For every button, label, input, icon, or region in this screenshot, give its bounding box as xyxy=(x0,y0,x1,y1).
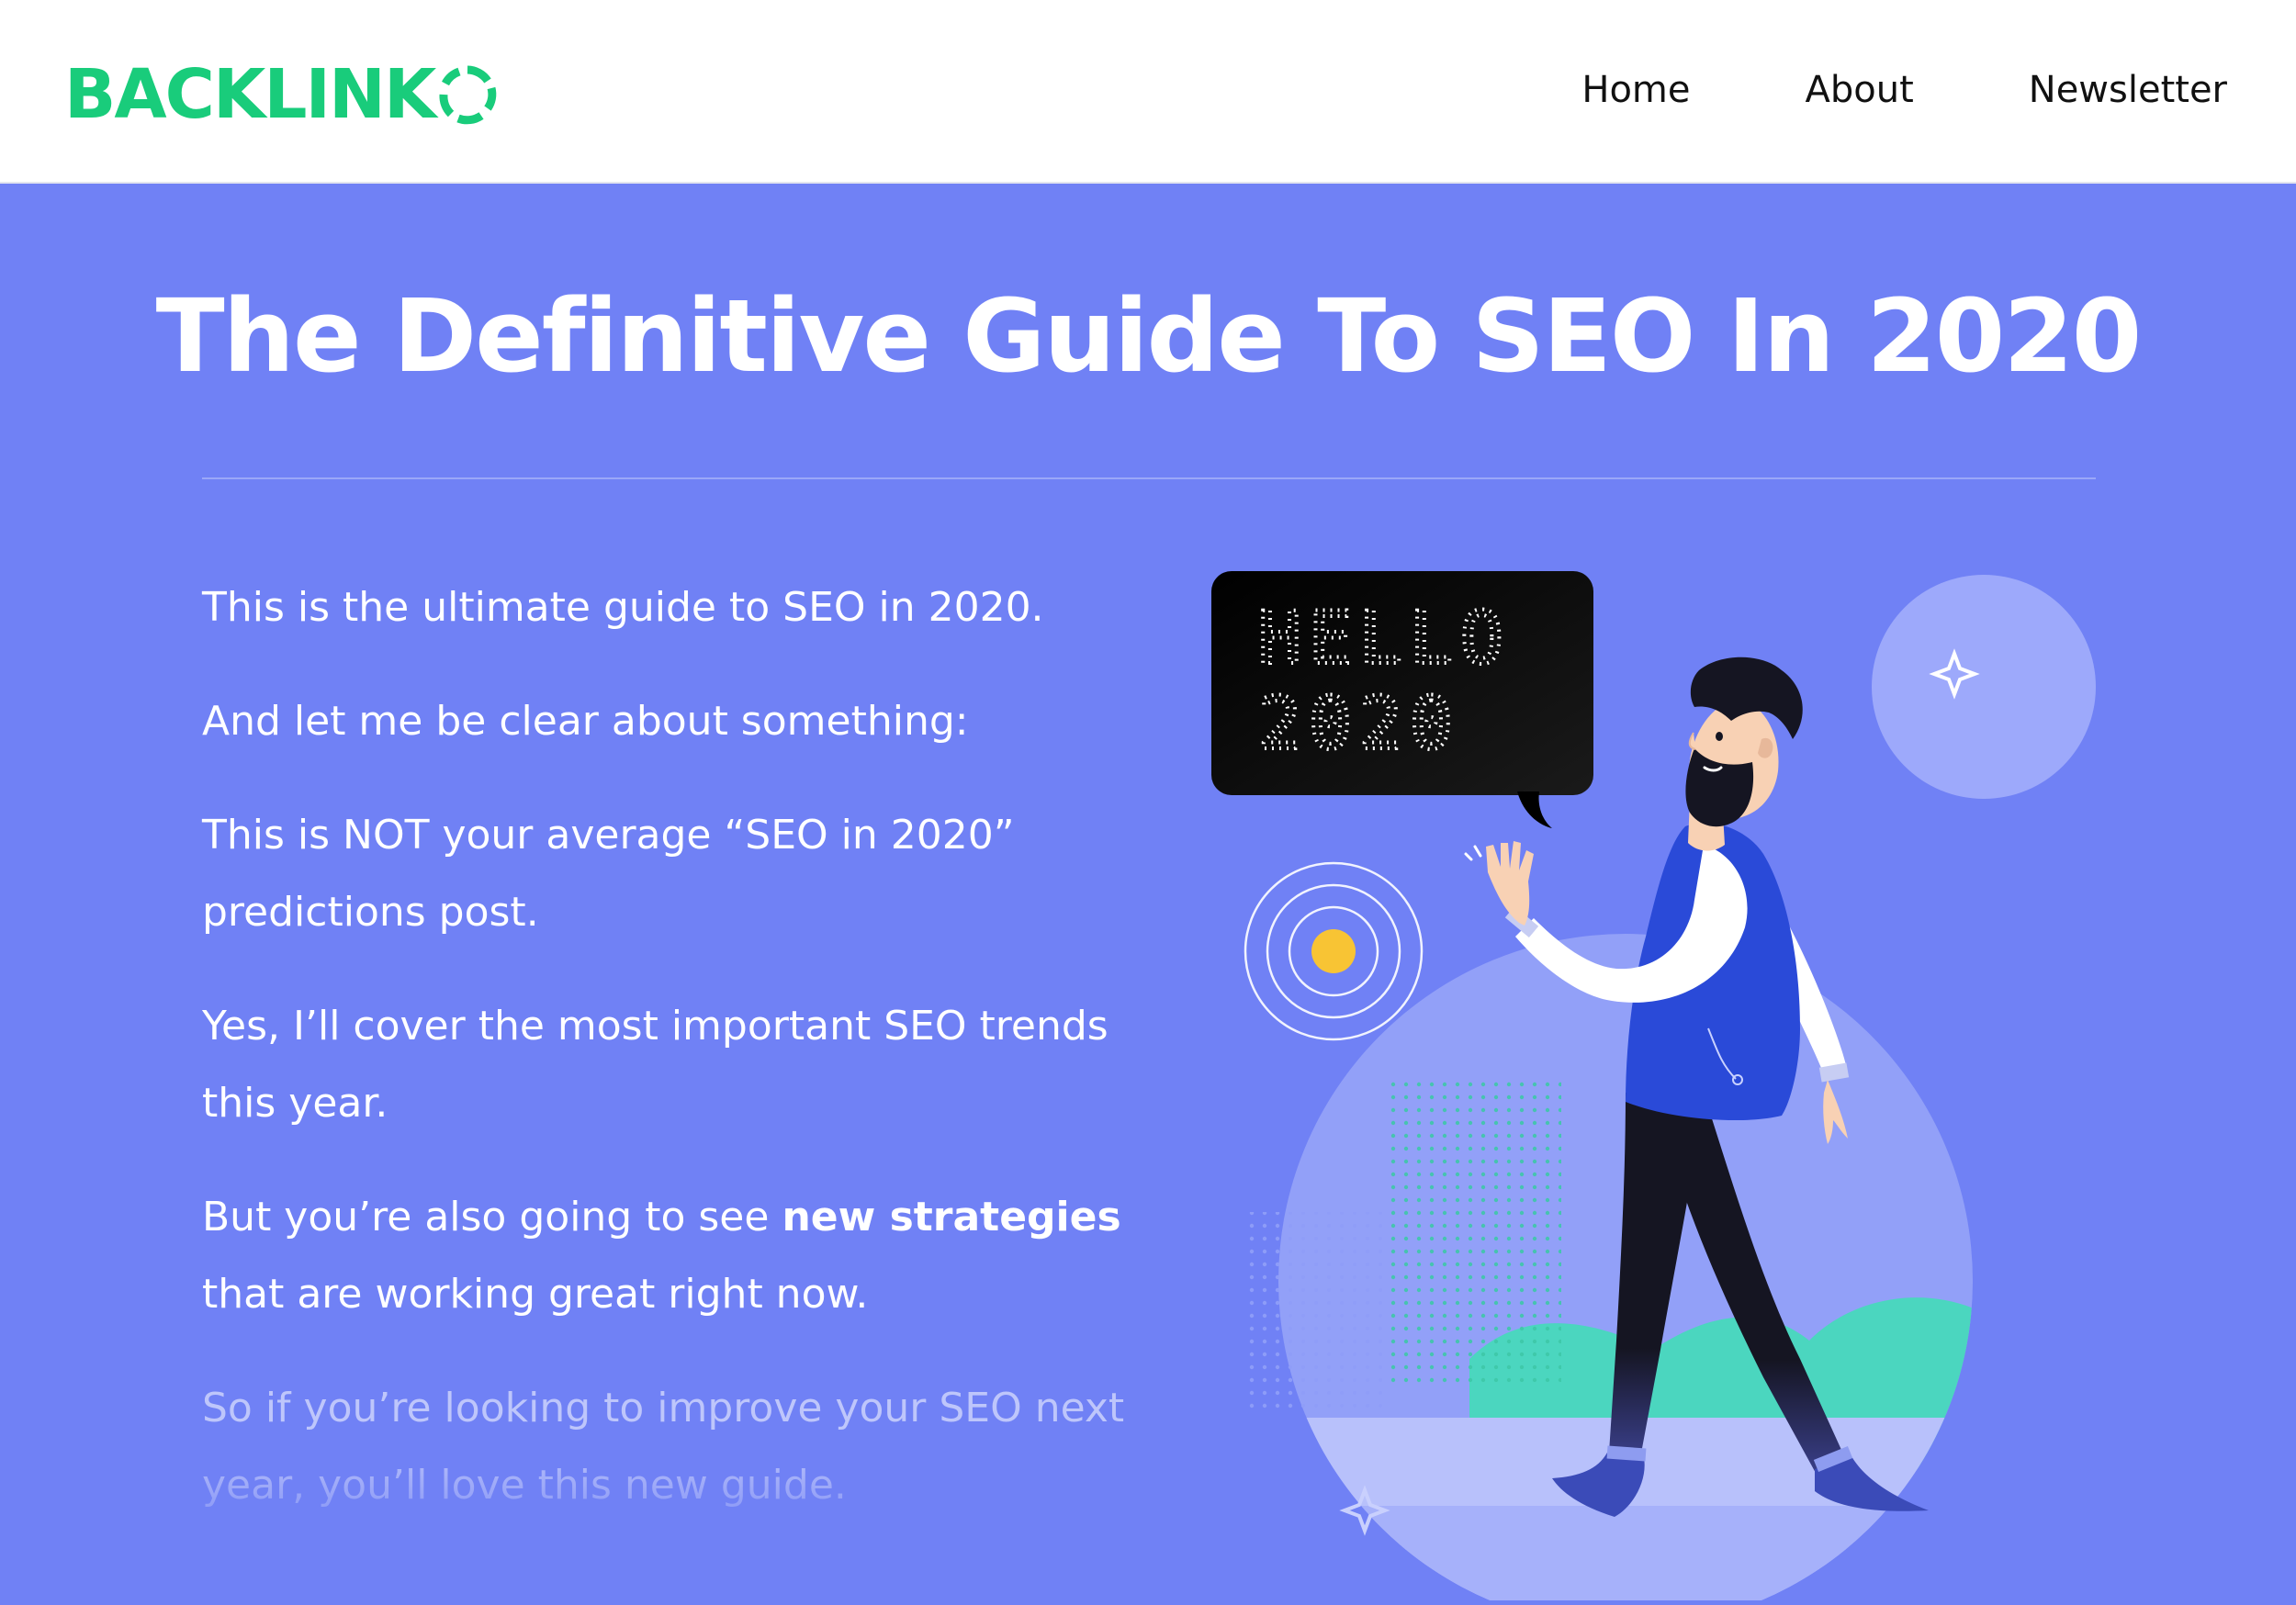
intro-paragraph: Yes, I’ll cover the most important SEO t… xyxy=(202,1003,1109,1127)
faded-paragraph: So if you’re looking to improve your SEO… xyxy=(202,1370,1139,1524)
bubble-line: 2020 xyxy=(1258,683,1460,766)
bubble-line: HELLO xyxy=(1258,598,1511,680)
title-divider xyxy=(202,477,2096,479)
hero-illustration: HELLO 2020 xyxy=(1194,551,2131,1605)
paragraph-text: that are working great right now. xyxy=(202,1271,869,1318)
site-header: BACKLINK Home About Newsletter xyxy=(0,0,2296,184)
decor-circle xyxy=(1872,575,2096,799)
logo-text: BACKLINK xyxy=(64,55,436,134)
page-title: The Definitive Guide To SEO In 2020 xyxy=(155,277,2143,395)
paragraph-text: But you’re also going to see xyxy=(202,1194,782,1240)
intro-paragraph: This is the ultimate guide to SEO in 202… xyxy=(202,584,1044,631)
intro-copy: This is the ultimate guide to SEO in 202… xyxy=(202,569,1139,1561)
speech-bubble-icon: HELLO 2020 xyxy=(1211,571,1593,828)
logo-o-icon xyxy=(439,65,497,125)
dot-pattern xyxy=(1244,1212,1391,1414)
bold-phrase: new strategies xyxy=(782,1194,1121,1240)
dot-pattern xyxy=(1387,1074,1561,1386)
radar-target-icon xyxy=(1244,861,1424,1041)
nav-newsletter[interactable]: Newsletter xyxy=(2029,62,2227,118)
backlinko-logo[interactable]: BACKLINK xyxy=(64,53,499,136)
intro-paragraph: But you’re also going to see new strateg… xyxy=(202,1179,1139,1333)
nav-home[interactable]: Home xyxy=(1581,62,1690,118)
intro-paragraph: This is NOT your average “SEO in 2020” p… xyxy=(202,812,1015,936)
intro-paragraph: And let me be clear about something: xyxy=(202,698,969,745)
main-nav: Home About Newsletter xyxy=(1467,62,2227,118)
nav-about[interactable]: About xyxy=(1806,62,1914,118)
illustration-svg: HELLO 2020 xyxy=(1211,571,2096,1605)
